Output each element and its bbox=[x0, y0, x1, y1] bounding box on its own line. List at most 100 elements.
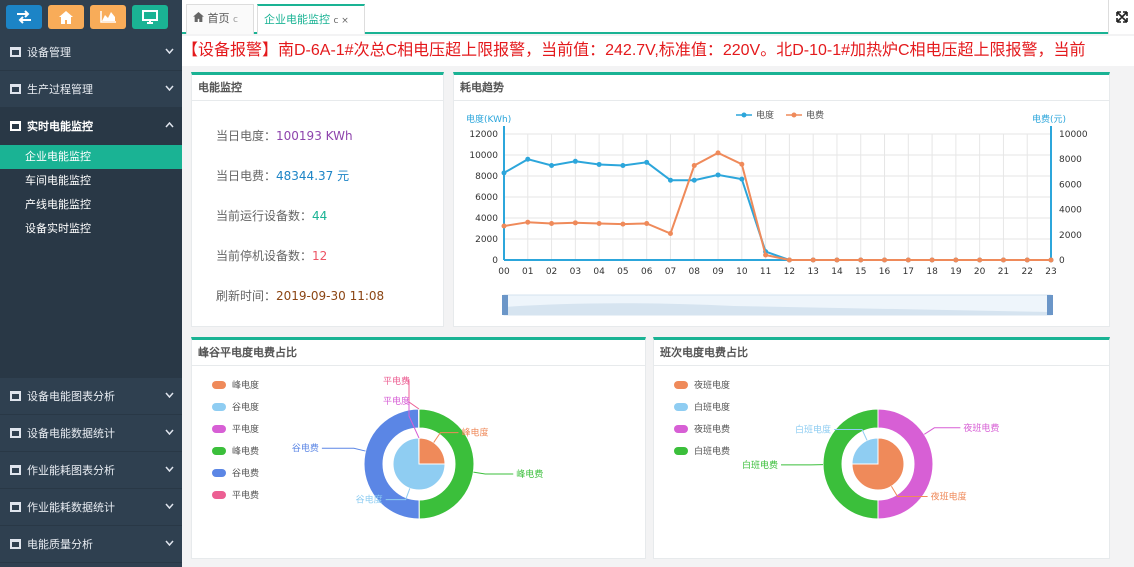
x-tick-label: 19 bbox=[950, 267, 962, 277]
data-point bbox=[1024, 257, 1030, 263]
area-chart-icon[interactable] bbox=[90, 5, 126, 29]
stat-daily-cost: 当日电费：48344.37 元 bbox=[216, 167, 349, 184]
panel-title: 耗电趋势 bbox=[454, 75, 1109, 101]
x-tick-label: 13 bbox=[807, 267, 818, 277]
stat-daily-energy: 当日电度：100193 KWh bbox=[216, 127, 353, 144]
chevron-down-icon bbox=[165, 388, 174, 401]
sidebar: 设备管理 生产过程管理 实时电能监控 企业电能监控 车间电能监控 产线电能监控 … bbox=[0, 0, 182, 567]
y-tick-label: 12000 bbox=[469, 130, 498, 140]
data-point bbox=[596, 161, 602, 167]
peak-valley-pie: 峰电度谷电度 峰电费 谷电费 平电费平电度 bbox=[292, 375, 543, 520]
tab-enterprise-monitor[interactable]: 企业电能监控 c × bbox=[257, 4, 365, 34]
y2-tick-label: 4000 bbox=[1059, 206, 1082, 216]
pie-slice bbox=[418, 437, 446, 465]
nav-device-management[interactable]: 设备管理 bbox=[0, 34, 182, 71]
pie-label: 平电费 bbox=[383, 375, 410, 387]
monitor-icon[interactable] bbox=[132, 5, 168, 29]
x-tick-label: 09 bbox=[712, 267, 724, 277]
x-tick-label: 20 bbox=[974, 267, 986, 277]
y-axis-label: 电度(KWh) bbox=[466, 113, 511, 125]
window-icon bbox=[10, 121, 21, 131]
x-tick-label: 15 bbox=[855, 267, 866, 277]
series-line bbox=[503, 151, 1051, 261]
data-point bbox=[525, 219, 531, 225]
stat-value: 48344.37 元 bbox=[276, 169, 350, 183]
nav-production-process[interactable]: 生产过程管理 bbox=[0, 71, 182, 108]
shift-panel: 班次电度电费占比 夜班电度 白班电度 夜班电费 白班电费 白班电度 夜班电度 白班电费 夜班… bbox=[653, 337, 1110, 559]
data-point bbox=[810, 257, 816, 263]
submenu: 企业电能监控 车间电能监控 产线电能监控 设备实时监控 bbox=[0, 145, 182, 378]
data-point bbox=[977, 257, 983, 263]
chevron-down-icon bbox=[165, 499, 174, 512]
window-icon bbox=[10, 465, 21, 475]
pie-label: 白班电度 bbox=[795, 424, 831, 436]
chevron-down-icon bbox=[165, 425, 174, 438]
panel-title: 峰谷平电度电费占比 bbox=[192, 340, 645, 366]
x-tick-label: 11 bbox=[760, 267, 771, 277]
y-tick-label: 6000 bbox=[475, 193, 498, 203]
y-tick-label: 2000 bbox=[475, 235, 498, 245]
stat-stopped-devices: 当前停机设备数：12 bbox=[216, 247, 327, 264]
home-icon[interactable] bbox=[48, 5, 84, 29]
tab-home[interactable]: 首页 c bbox=[186, 4, 254, 34]
exchange-icon[interactable] bbox=[6, 5, 42, 29]
submenu-line-monitor[interactable]: 产线电能监控 bbox=[0, 193, 182, 217]
data-point bbox=[644, 220, 650, 226]
data-point bbox=[549, 220, 555, 226]
data-point bbox=[739, 176, 745, 182]
stat-refresh-time: 刷新时间：2019-09-30 11:08 bbox=[216, 287, 384, 304]
stat-value: 12 bbox=[312, 249, 328, 263]
data-point bbox=[596, 220, 602, 226]
data-point bbox=[1048, 257, 1054, 263]
y2-tick-label: 2000 bbox=[1059, 231, 1082, 241]
panel-title: 班次电度电费占比 bbox=[654, 340, 1109, 366]
x-tick-label: 17 bbox=[903, 267, 914, 277]
x-tick-label: 03 bbox=[570, 267, 581, 277]
window-icon bbox=[10, 539, 21, 549]
x-tick-label: 12 bbox=[784, 267, 795, 277]
nav-label: 设备电能数据统计 bbox=[27, 427, 115, 440]
chevron-down-icon bbox=[165, 462, 174, 475]
data-point bbox=[953, 257, 959, 263]
data-point bbox=[667, 231, 673, 237]
submenu-workshop-monitor[interactable]: 车间电能监控 bbox=[0, 169, 182, 193]
nav-power-quality[interactable]: 电能质量分析 bbox=[0, 526, 182, 563]
x-tick-label: 00 bbox=[498, 267, 510, 277]
data-point bbox=[620, 163, 626, 168]
nav-realtime-monitor[interactable]: 实时电能监控 bbox=[0, 108, 182, 145]
nav-job-data-stats[interactable]: 作业能耗数据统计 bbox=[0, 489, 182, 526]
nav-device-data-stats[interactable]: 设备电能数据统计 bbox=[0, 415, 182, 452]
pie-label: 谷电度 bbox=[356, 494, 383, 506]
data-point bbox=[501, 223, 507, 229]
submenu-enterprise-monitor[interactable]: 企业电能监控 bbox=[0, 145, 182, 169]
pie-label: 峰电费 bbox=[516, 468, 543, 480]
x-tick-label: 23 bbox=[1045, 267, 1056, 277]
tab-label: 企业电能监控 bbox=[264, 13, 330, 26]
data-point bbox=[715, 172, 721, 178]
nav-job-chart-analysis[interactable]: 作业能耗图表分析 bbox=[0, 452, 182, 489]
x-tick-label: 07 bbox=[665, 267, 676, 277]
submenu-device-realtime[interactable]: 设备实时监控 bbox=[0, 217, 182, 241]
data-point bbox=[834, 257, 840, 263]
legend-label: 电费 bbox=[806, 109, 824, 121]
window-icon bbox=[10, 391, 21, 401]
chevron-down-icon bbox=[165, 536, 174, 549]
data-point bbox=[525, 156, 531, 162]
data-point bbox=[715, 150, 721, 156]
fullscreen-icon[interactable] bbox=[1108, 0, 1134, 34]
data-point bbox=[905, 257, 911, 263]
trend-chart: 电度(KWh) 电费(元)电度 电费00 01 02 03 04 05 06 07 08 09 10 11… bbox=[466, 109, 1088, 316]
data-point bbox=[572, 220, 578, 226]
window-icon bbox=[10, 84, 21, 94]
series-line bbox=[503, 158, 1051, 261]
stat-value: 44 bbox=[312, 209, 328, 223]
stat-running-devices: 当前运行设备数：44 bbox=[216, 207, 327, 224]
refresh-icon[interactable]: c bbox=[233, 15, 238, 25]
label-leader bbox=[473, 471, 514, 475]
trend-panel: 耗电趋势 电度(KWh) 电费(元) 电度 电费 00 01 02 03 04 05 06 07 08 0… bbox=[453, 72, 1110, 327]
close-icon[interactable]: c × bbox=[334, 16, 349, 26]
data-point bbox=[882, 257, 888, 263]
nav-label: 电能质量分析 bbox=[27, 538, 93, 551]
nav-device-chart-analysis[interactable]: 设备电能图表分析 bbox=[0, 378, 182, 415]
stat-label: 当前运行设备数： bbox=[216, 209, 313, 223]
